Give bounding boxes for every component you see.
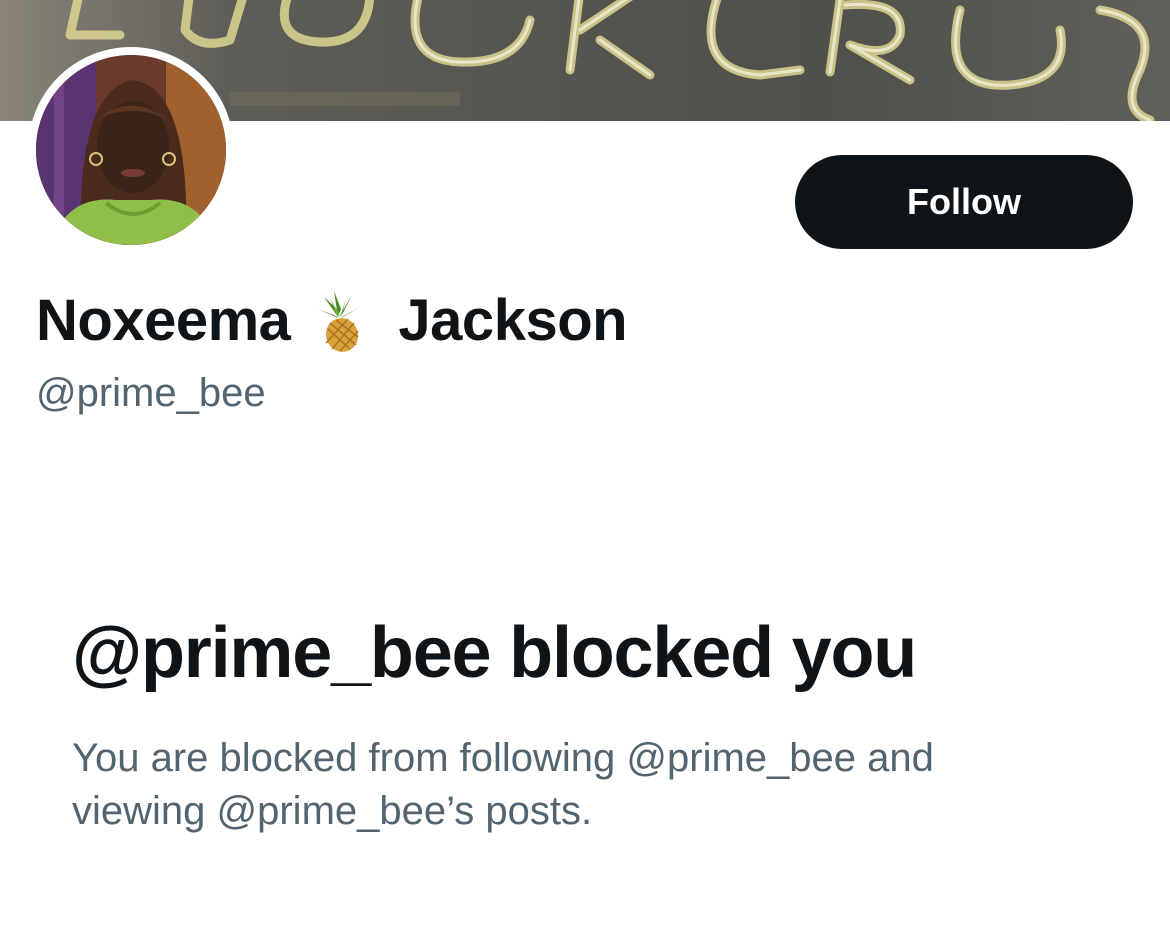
display-name-last: Jackson [398, 287, 628, 353]
follow-button[interactable]: Follow [795, 155, 1133, 249]
avatar[interactable] [28, 47, 234, 253]
blocked-description: You are blocked from following @prime_be… [72, 736, 934, 833]
pineapple-icon [308, 287, 372, 353]
avatar-photo [36, 55, 226, 245]
display-name-first: Noxeema [36, 287, 291, 353]
blocked-title: @prime_bee blocked you [72, 613, 917, 693]
display-name: Noxeema Jackson [36, 286, 628, 354]
profile-handle: @prime_bee [36, 371, 266, 415]
